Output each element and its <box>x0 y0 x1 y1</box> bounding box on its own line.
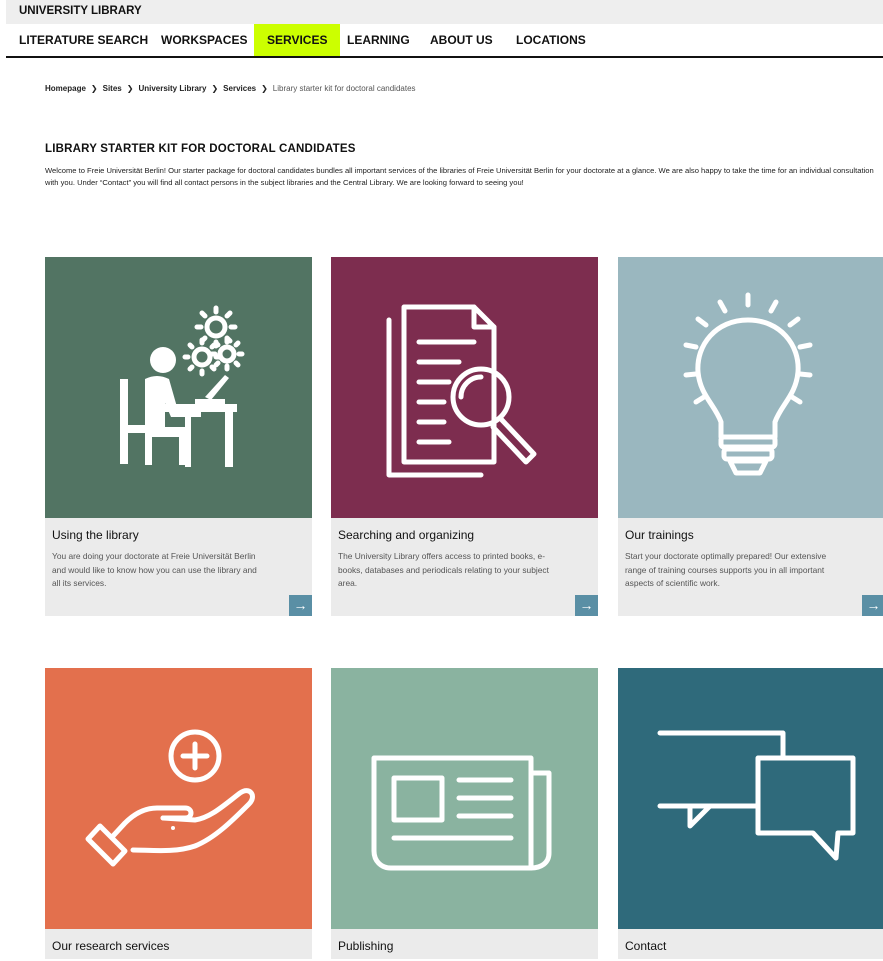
site-title[interactable]: UNIVERSITY LIBRARY <box>19 5 142 17</box>
card-image <box>45 668 312 929</box>
card-title[interactable]: Publishing <box>338 939 591 953</box>
breadcrumb-homepage[interactable]: Homepage <box>45 84 86 93</box>
nav-item-services[interactable]: SERVICES <box>254 24 341 56</box>
card-body: Using the library You are doing your doc… <box>45 518 312 616</box>
card-image <box>45 257 312 518</box>
card-searching-and-organizing[interactable]: Searching and organizing The University … <box>331 257 598 616</box>
card-body: Our research services <box>45 929 312 959</box>
breadcrumb-separator-icon: ❯ <box>90 84 98 93</box>
card-image <box>331 257 598 518</box>
card-description: The University Library offers access to … <box>338 551 549 588</box>
newspaper-icon <box>371 755 552 871</box>
card-title[interactable]: Using the library <box>52 528 305 542</box>
breadcrumb-sites[interactable]: Sites <box>103 84 122 93</box>
lightbulb-icon <box>683 292 813 476</box>
main-nav: LITERATURE SEARCH WORKSPACES SERVICES LE… <box>6 24 883 58</box>
card-body: Our trainings Start your doctorate optim… <box>618 518 883 616</box>
card-body: Contact <box>618 929 883 959</box>
card-title[interactable]: Our research services <box>52 939 305 953</box>
card-description: You are doing your doctorate at Freie Un… <box>52 551 257 588</box>
breadcrumb-current: Library starter kit for doctoral candida… <box>272 84 416 93</box>
nav-item-learning[interactable]: LEARNING <box>334 24 423 56</box>
card-image <box>331 668 598 929</box>
breadcrumb-separator-icon: ❯ <box>211 84 219 93</box>
card-title[interactable]: Our trainings <box>625 528 878 542</box>
nav-item-literature-search[interactable]: LITERATURE SEARCH <box>6 24 161 56</box>
card-using-the-library[interactable]: Using the library You are doing your doc… <box>45 257 312 616</box>
card-description: Start your doctorate optimally prepared!… <box>625 551 827 588</box>
intro-text: Welcome to Freie Universität Berlin! Our… <box>45 166 874 187</box>
card-title[interactable]: Contact <box>625 939 878 953</box>
nav-item-locations[interactable]: LOCATIONS <box>503 24 599 56</box>
card-publishing[interactable]: Publishing <box>331 668 598 959</box>
breadcrumb-separator-icon: ❯ <box>261 84 268 93</box>
document-magnifier-icon <box>386 304 537 478</box>
breadcrumb-services[interactable]: Services <box>223 84 256 93</box>
hand-plus-icon <box>85 729 255 867</box>
breadcrumb-university-library[interactable]: University Library <box>138 84 206 93</box>
page-title: LIBRARY STARTER KIT FOR DOCTORAL CANDIDA… <box>45 143 356 155</box>
card-image <box>618 668 883 929</box>
card-title[interactable]: Searching and organizing <box>338 528 591 542</box>
nav-item-workspaces[interactable]: WORKSPACES <box>148 24 260 56</box>
card-image <box>618 257 883 518</box>
person-at-desk-gears-icon <box>120 305 245 467</box>
card-contact[interactable]: Contact <box>618 668 883 959</box>
arrow-right-icon[interactable]: → <box>862 595 883 616</box>
top-bar: UNIVERSITY LIBRARY <box>6 0 883 24</box>
card-body: Publishing <box>331 929 598 959</box>
card-our-trainings[interactable]: Our trainings Start your doctorate optim… <box>618 257 883 616</box>
card-our-research-services[interactable]: Our research services <box>45 668 312 959</box>
breadcrumb: Homepage ❯ Sites ❯ University Library ❯ Servic… <box>45 84 416 93</box>
nav-item-about-us[interactable]: ABOUT US <box>417 24 506 56</box>
speech-bubbles-icon <box>657 730 856 861</box>
breadcrumb-separator-icon: ❯ <box>126 84 134 93</box>
card-body: Searching and organizing The University … <box>331 518 598 616</box>
arrow-right-icon[interactable]: → <box>575 595 598 616</box>
arrow-right-icon[interactable]: → <box>289 595 312 616</box>
